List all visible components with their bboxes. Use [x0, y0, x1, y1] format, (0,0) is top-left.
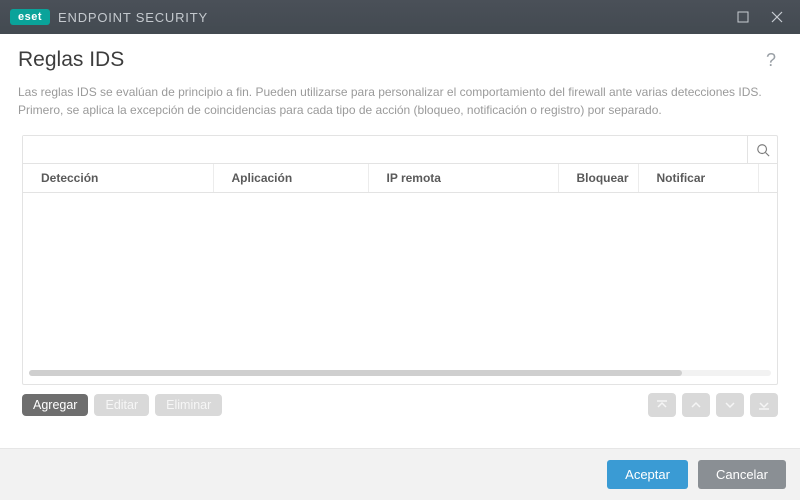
delete-button: Eliminar — [155, 394, 222, 416]
column-header-remote-ip[interactable]: IP remota — [368, 164, 558, 193]
cancel-button[interactable]: Cancelar — [698, 460, 786, 489]
app-name: ENDPOINT SECURITY — [58, 10, 208, 25]
brand-badge: eset — [10, 9, 50, 25]
move-bottom-icon — [758, 399, 770, 411]
move-top-button — [648, 393, 676, 417]
minimize-button[interactable] — [726, 0, 760, 34]
minimize-icon — [737, 11, 749, 23]
rules-table: Detección Aplicación IP remota Bloquear … — [23, 164, 777, 384]
column-header-detection[interactable]: Detección — [23, 164, 213, 193]
accept-button[interactable]: Aceptar — [607, 460, 688, 489]
close-icon — [771, 11, 783, 23]
help-button[interactable]: ? — [760, 48, 782, 73]
search-button[interactable] — [747, 136, 777, 163]
content: Reglas IDS ? Las reglas IDS se evalúan d… — [0, 34, 800, 417]
close-button[interactable] — [760, 0, 794, 34]
move-top-icon — [656, 399, 668, 411]
page-description: Las reglas IDS se evalúan de principio a… — [18, 83, 778, 119]
edit-button: Editar — [94, 394, 149, 416]
move-down-button — [716, 393, 744, 417]
add-button[interactable]: Agregar — [22, 394, 88, 416]
footer: Aceptar Cancelar — [0, 448, 800, 500]
action-row: Agregar Editar Eliminar — [18, 385, 782, 417]
scrollbar-thumb[interactable] — [29, 370, 682, 376]
rules-table-body[interactable] — [23, 193, 777, 368]
search-input[interactable] — [23, 136, 747, 163]
chevron-up-icon — [690, 399, 702, 411]
rules-panel: Detección Aplicación IP remota Bloquear … — [22, 135, 778, 385]
column-header-application[interactable]: Aplicación — [213, 164, 368, 193]
column-header-log[interactable]: Regi — [758, 164, 777, 193]
chevron-down-icon — [724, 399, 736, 411]
move-bottom-button — [750, 393, 778, 417]
search-icon — [756, 143, 770, 157]
horizontal-scrollbar[interactable] — [29, 368, 771, 378]
page-title: Reglas IDS — [18, 48, 760, 72]
titlebar: eset ENDPOINT SECURITY — [0, 0, 800, 34]
move-up-button — [682, 393, 710, 417]
search-row — [23, 136, 777, 164]
column-header-block[interactable]: Bloquear — [558, 164, 638, 193]
column-header-notify[interactable]: Notificar — [638, 164, 758, 193]
